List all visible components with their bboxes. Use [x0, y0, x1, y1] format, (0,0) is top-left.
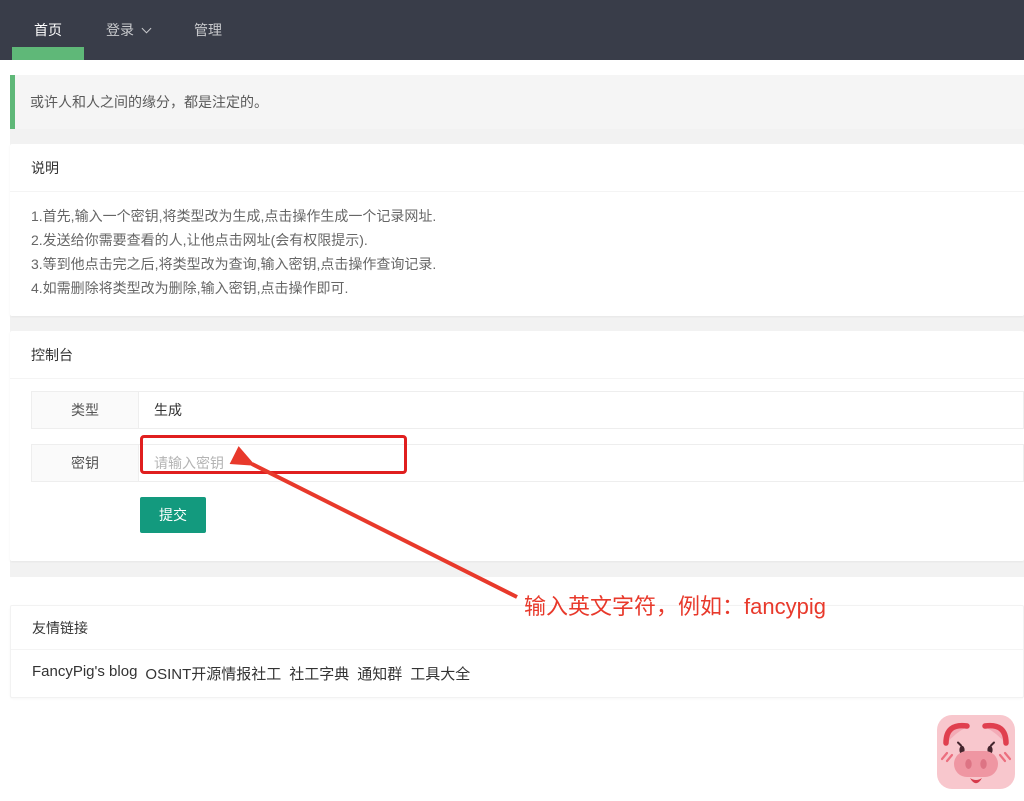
link-notify-group[interactable]: 通知群 — [357, 663, 402, 684]
nav-item-home-label: 首页 — [34, 22, 62, 38]
link-social-dict[interactable]: 社工字典 — [289, 663, 349, 684]
chevron-down-icon — [141, 23, 152, 33]
instructions-card: 说明 1.首先,输入一个密钥,将类型改为生成,点击操作生成一个记录网址. 2.发… — [10, 144, 1024, 316]
friend-links-title: 友情链接 — [11, 606, 1023, 650]
type-select[interactable]: 生成 — [139, 391, 1024, 429]
instruction-step: 2.发送给你需要查看的人,让他点击网址(会有权限提示). — [31, 232, 368, 248]
pig-mascot-icon — [937, 715, 1015, 789]
quote-text: 或许人和人之间的缘分，都是注定的。 — [30, 94, 268, 110]
link-fancypig-blog[interactable]: FancyPig's blog — [32, 663, 137, 684]
nav-item-admin-label: 管理 — [194, 22, 222, 38]
type-label: 类型 — [31, 391, 139, 429]
key-label: 密钥 — [31, 444, 139, 482]
console-form: 类型 生成 密钥 提交 — [10, 379, 1024, 561]
instructions-steps: 1.首先,输入一个密钥,将类型改为生成,点击操作生成一个记录网址. 2.发送给你… — [10, 192, 1024, 316]
instruction-step: 4.如需删除将类型改为删除,输入密钥,点击操作即可. — [31, 280, 349, 296]
nav-item-home[interactable]: 首页 — [12, 0, 84, 60]
type-form-row: 类型 生成 — [31, 391, 1024, 429]
main-container: 或许人和人之间的缘分，都是注定的。 说明 1.首先,输入一个密钥,将类型改为生成… — [10, 75, 1024, 577]
top-navbar: 首页 登录 管理 — [0, 0, 1024, 60]
key-input[interactable] — [139, 444, 1024, 482]
friend-links-card: 友情链接 FancyPig's blog OSINT开源情报社工 社工字典 通知… — [10, 605, 1024, 698]
nav-item-admin[interactable]: 管理 — [172, 0, 244, 60]
active-tab-indicator — [12, 47, 84, 60]
nav-item-login[interactable]: 登录 — [84, 0, 172, 60]
console-card: 控制台 类型 生成 密钥 提交 — [10, 331, 1024, 561]
friend-links-row: FancyPig's blog OSINT开源情报社工 社工字典 通知群 工具大… — [32, 663, 1002, 684]
instruction-step: 3.等到他点击完之后,将类型改为查询,输入密钥,点击操作查询记录. — [31, 256, 437, 272]
link-osint[interactable]: OSINT开源情报社工 — [145, 663, 281, 684]
console-card-title: 控制台 — [10, 331, 1024, 379]
nav-item-login-label: 登录 — [106, 22, 134, 38]
instructions-card-title: 说明 — [10, 144, 1024, 192]
instruction-step: 1.首先,输入一个密钥,将类型改为生成,点击操作生成一个记录网址. — [31, 208, 437, 224]
link-tools[interactable]: 工具大全 — [410, 663, 470, 684]
quote-banner: 或许人和人之间的缘分，都是注定的。 — [10, 75, 1024, 129]
key-form-row: 密钥 — [31, 444, 1024, 482]
friend-links-body: FancyPig's blog OSINT开源情报社工 社工字典 通知群 工具大… — [11, 650, 1023, 697]
submit-button[interactable]: 提交 — [140, 497, 206, 533]
